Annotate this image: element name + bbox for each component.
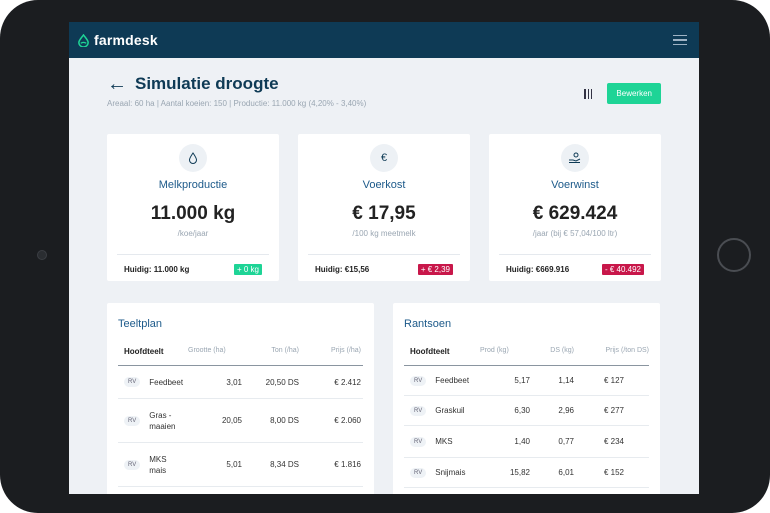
sliders-icon[interactable]: [583, 88, 593, 99]
kpi-cards: Melkproductie 11.000 kg /koe/jaar Huidig…: [107, 134, 661, 281]
back-arrow-icon[interactable]: ←: [107, 74, 127, 94]
cell: 6,30: [514, 406, 530, 415]
panel-title: Teeltplan: [118, 318, 163, 330]
card-unit: /100 kg meetmelk: [352, 229, 416, 238]
rv-tag: RV: [410, 405, 427, 416]
cell: € 1.816: [334, 460, 361, 469]
divider: [499, 254, 651, 255]
header-actions: Bewerken: [583, 83, 661, 104]
top-bar: farmdesk: [69, 22, 699, 58]
card-voerwinst: Voerwinst € 629.424 /jaar (bij € 57,04/1…: [489, 134, 661, 281]
table-header: Hoofdteelt Grootte (ha) Ton (/ha) Prijs …: [118, 347, 363, 366]
delta-badge: + 0 kg: [233, 264, 262, 275]
rv-tag: RV: [410, 467, 427, 478]
column-header: Ton (/ha): [271, 347, 299, 354]
table-row[interactable]: RV Gras - maaien 20,05 8,00 DS € 2.060: [118, 399, 363, 443]
cell: € 234: [603, 437, 624, 446]
cell: 5,01: [226, 460, 242, 469]
column-header: Prijs (/ton DS): [605, 347, 649, 354]
crop-name: Feedbeet: [149, 377, 184, 387]
panel-title: Rantsoen: [404, 318, 452, 330]
column-header: Grootte (ha): [188, 347, 226, 354]
divider: [117, 254, 269, 255]
teeltplan-panel: Teeltplan Hoofdteelt Grootte (ha) Ton (/…: [107, 303, 374, 494]
crop-name: Snijmais: [435, 468, 466, 477]
card-label: Voerwinst: [551, 179, 599, 191]
card-label: Melkproductie: [158, 179, 228, 191]
tablet-bezel: farmdesk ← Simulatie droogte Areaal: 60 …: [0, 0, 770, 513]
card-voerkost: € Voerkost € 17,95 /100 kg meetmelk Huid…: [298, 134, 470, 281]
camera: [37, 250, 47, 260]
card-unit: /koe/jaar: [177, 229, 209, 238]
table-row[interactable]: RV Feedbeet 3,01 20,50 DS € 2.412: [118, 366, 363, 399]
cell: 2,96: [558, 406, 574, 415]
cell: € 127: [603, 376, 624, 385]
rv-tag: RV: [410, 375, 427, 386]
cell: 20,50 DS: [265, 377, 299, 387]
crop-name: Graskuil: [435, 406, 465, 415]
table-row[interactable]: RV Graskuil 6,30 2,96 € 277: [404, 396, 649, 426]
app-screen: farmdesk ← Simulatie droogte Areaal: 60 …: [69, 22, 699, 494]
divider: [308, 254, 460, 255]
card-melkproductie: Melkproductie 11.000 kg /koe/jaar Huidig…: [107, 134, 279, 281]
page-title: Simulatie droogte: [135, 74, 279, 93]
cell: 3,01: [226, 377, 242, 387]
euro-icon: €: [370, 144, 398, 172]
table-header: Hoofdteelt Prod (kg) DS (kg) Prijs (/ton…: [404, 347, 649, 366]
crop-name: Feedbeet: [435, 376, 470, 385]
crop-name: Gras - maaien: [149, 410, 176, 431]
leaf-drop-icon: [78, 33, 89, 47]
cell: 8,00 DS: [270, 416, 299, 425]
card-unit: /jaar (bij € 57,04/100 ltr): [532, 229, 618, 238]
rv-tag: RV: [124, 415, 141, 426]
cell: 0,77: [558, 437, 574, 446]
rv-tag: RV: [124, 377, 141, 387]
column-header: DS (kg): [550, 347, 574, 354]
table-row[interactable]: RV MKS mais 5,01 8,34 DS € 1.816: [118, 443, 363, 487]
current-value: Huidig: €669.916: [506, 265, 570, 274]
table-row[interactable]: RV Snijmais 15,82 6,01 € 152: [404, 458, 649, 488]
cell: 1,40: [514, 437, 530, 446]
delta-badge: + € 2,39: [417, 264, 453, 275]
hamburger-menu-icon[interactable]: [673, 35, 687, 45]
rv-tag: RV: [410, 436, 427, 447]
cell: € 277: [603, 406, 624, 415]
delta-badge: - € 40.492: [601, 264, 644, 275]
table-row[interactable]: RV MKS 1,40 0,77 € 234: [404, 426, 649, 458]
page-subtitle: Areaal: 60 ha | Aantal koeien: 150 | Pro…: [107, 99, 367, 108]
crop-name: MKS: [435, 437, 453, 446]
cell: 15,82: [509, 468, 530, 477]
column-header: Hoofdteelt: [124, 347, 164, 356]
cell: € 152: [603, 468, 624, 477]
edit-button[interactable]: Bewerken: [607, 83, 661, 104]
logo[interactable]: farmdesk: [77, 32, 158, 48]
cell: 8,34 DS: [270, 460, 299, 469]
drop-icon: [179, 144, 207, 172]
card-label: Voerkost: [362, 179, 406, 191]
current-value: Huidig: €15,56: [315, 265, 370, 274]
rantsoen-panel: Rantsoen Hoofdteelt Prod (kg) DS (kg) Pr…: [393, 303, 660, 494]
rv-tag: RV: [124, 459, 141, 470]
card-value: € 629.424: [532, 203, 618, 224]
cell: 20,05: [221, 416, 242, 425]
logo-text: farmdesk: [94, 32, 158, 48]
card-value: 11.000 kg: [150, 203, 236, 224]
current-value: Huidig: 11.000 kg: [124, 265, 190, 274]
cell: 1,14: [558, 376, 574, 385]
column-header: Prod (kg): [480, 347, 509, 354]
cell: € 2.412: [334, 377, 361, 387]
column-header: Hoofdteelt: [410, 347, 450, 356]
home-button[interactable]: [717, 238, 751, 272]
cell: 5,17: [514, 376, 530, 385]
card-value: € 17,95: [352, 203, 416, 224]
cell: € 2.060: [334, 416, 361, 425]
crop-name: MKS mais: [149, 454, 167, 475]
column-header: Prijs (/ha): [331, 347, 361, 354]
hand-coin-icon: [561, 144, 589, 172]
cell: 6,01: [558, 468, 574, 477]
table-row[interactable]: RV Feedbeet 5,17 1,14 € 127: [404, 366, 649, 396]
